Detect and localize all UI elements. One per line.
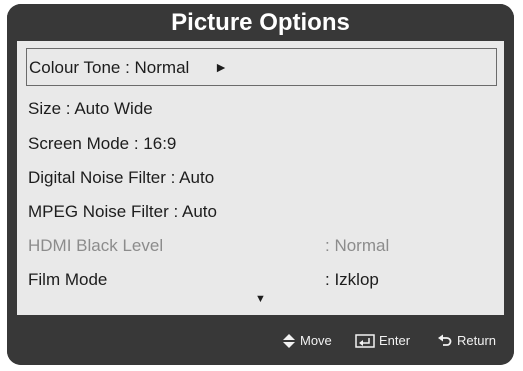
dialog-title: Picture Options (7, 4, 514, 41)
menu-item-separator: : (165, 168, 180, 187)
menu-item-value-group: : Normal (325, 229, 389, 263)
enter-icon (355, 334, 375, 348)
menu-item-value: Auto Wide (74, 99, 153, 118)
menu-panel: Colour Tone : Normal ► Size : Auto Wide … (17, 41, 504, 315)
menu-item-separator: : (61, 99, 75, 118)
menu-item-label: Digital Noise Filter (28, 168, 166, 187)
return-hint-label: Return (457, 333, 497, 348)
button-guide-bar: Move Enter Return (7, 315, 514, 365)
move-hint: Move (282, 333, 332, 349)
menu-item-size[interactable]: Size : Auto Wide (28, 92, 153, 126)
menu-item-film-mode[interactable]: Film Mode : Izklop (28, 263, 498, 297)
menu-item-colour-tone[interactable]: Colour Tone : Normal ► (26, 48, 497, 86)
enter-hint-label: Enter (379, 333, 411, 348)
menu-item-value: 16:9 (143, 134, 177, 153)
menu-item-hdmi-black-level: HDMI Black Level : Normal (28, 229, 498, 263)
return-icon (438, 334, 452, 346)
move-arrows-icon (283, 334, 295, 348)
menu-item-label: Size (28, 99, 62, 118)
return-hint: Return (437, 333, 496, 349)
enter-hint: Enter (355, 333, 410, 349)
menu-item-separator: : (129, 134, 144, 153)
menu-item-value: Auto (179, 168, 215, 187)
menu-item-label: HDMI Black Level (28, 236, 164, 255)
menu-item-screen-mode[interactable]: Screen Mode : 16:9 (28, 127, 176, 161)
picture-options-dialog: Picture Options Colour Tone : Normal ► S… (7, 4, 514, 365)
menu-item-value: Normal (334, 236, 390, 255)
menu-item-mpeg-noise-filter[interactable]: MPEG Noise Filter : Auto (28, 195, 217, 229)
menu-item-label: Colour Tone (29, 58, 121, 77)
menu-item-value: Izklop (334, 270, 379, 289)
scroll-down-indicator-icon[interactable]: ▼ (17, 293, 504, 305)
menu-item-separator: : (168, 202, 182, 221)
menu-item-label: Screen Mode (28, 134, 130, 153)
menu-item-label: Film Mode (28, 270, 108, 289)
menu-item-value: Normal (134, 58, 190, 77)
menu-item-value-group: : Izklop (325, 263, 379, 297)
menu-item-value: Auto (181, 202, 217, 221)
menu-item-separator: : (120, 58, 135, 77)
move-hint-label: Move (300, 333, 332, 348)
menu-item-label: MPEG Noise Filter (28, 202, 169, 221)
menu-item-digital-noise-filter[interactable]: Digital Noise Filter : Auto (28, 161, 214, 195)
submenu-arrow-icon: ► (214, 59, 228, 75)
